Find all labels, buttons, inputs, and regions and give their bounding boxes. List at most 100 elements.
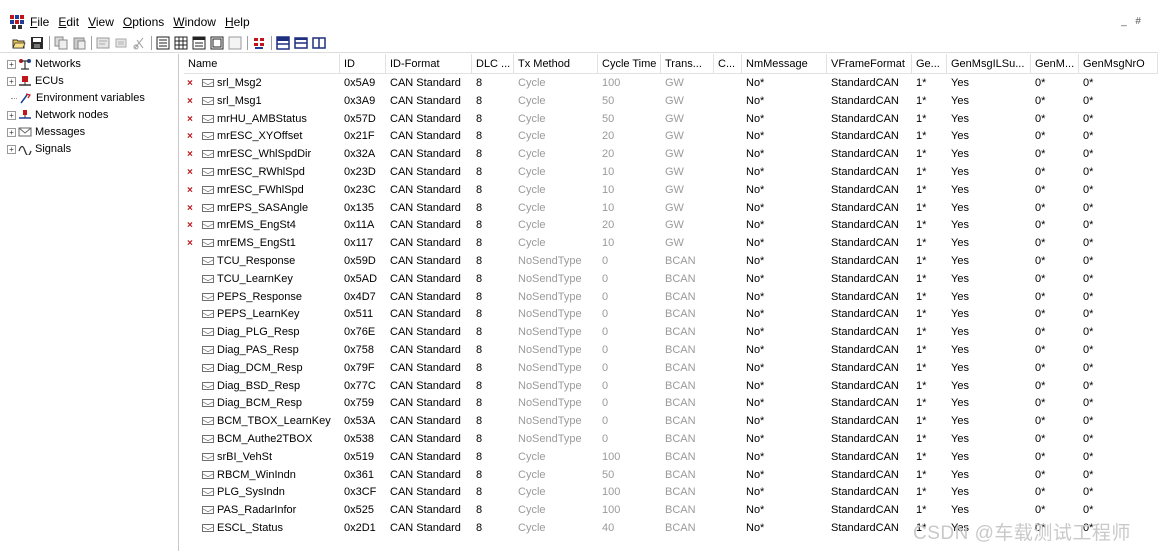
tree-item-messages[interactable]: + Messages	[7, 124, 85, 140]
column-header-13[interactable]: GenMsgNrO	[1079, 54, 1158, 74]
table-cell: 1*	[916, 272, 927, 285]
tree-item-networks[interactable]: + Networks	[7, 56, 81, 72]
expand-icon[interactable]: +	[7, 76, 16, 86]
column-header-5[interactable]: Cycle Time	[598, 54, 661, 74]
table-cell: Yes	[951, 77, 969, 89]
copy-icon[interactable]	[54, 36, 68, 50]
message-name: mrESC_XYOffset	[217, 130, 303, 143]
paste-icon[interactable]	[72, 36, 86, 50]
table-cell: Yes	[951, 237, 969, 250]
table-row[interactable]: × mrEMS_EngSt4 0x11A CAN Standard 8 Cycle 20 GW…	[184, 216, 1158, 234]
table-row[interactable]: × srl_Msg1 0x3A9 CAN Standard 8 Cycle 50 GW No* S…	[184, 92, 1158, 110]
table-row[interactable]: Diag_DCM_Resp 0x79F CAN Standard 8 NoSendTyp…	[184, 359, 1158, 377]
table-cell: CAN Standard	[390, 201, 461, 214]
table-row[interactable]: PEPS_LearnKey 0x511 CAN Standard 8 NoSendTyp…	[184, 305, 1158, 323]
menu-window[interactable]: Window	[173, 15, 216, 29]
tree-item-signals[interactable]: + Signals	[7, 141, 71, 157]
view-list-icon[interactable]	[156, 36, 170, 50]
table-cell: 0x77C	[344, 379, 376, 392]
view-blank-icon[interactable]	[228, 36, 242, 50]
column-header-12[interactable]: GenM...	[1031, 54, 1079, 74]
table-row[interactable]: Diag_BSD_Resp 0x77C CAN Standard 8 NoSendTyp…	[184, 377, 1158, 395]
table-cell: 8	[476, 290, 483, 303]
save-icon[interactable]	[30, 36, 44, 50]
table-row[interactable]: Diag_PAS_Resp 0x758 CAN Standard 8 NoSendTyp…	[184, 341, 1158, 359]
table-row[interactable]: srBI_VehSt 0x519 CAN Standard 8 Cycle 100 BCAN…	[184, 448, 1158, 466]
table-row[interactable]: BCM_TBOX_LearnKey 0x53A CAN Standard 8 NoSen…	[184, 412, 1158, 430]
menu-view[interactable]: View	[88, 15, 114, 29]
table-cell: Yes	[951, 290, 969, 303]
tree-item-environment-variables[interactable]: Environment variables	[7, 90, 145, 106]
column-header-9[interactable]: VFrameFormat	[827, 54, 912, 74]
message-icon	[202, 168, 214, 176]
column-header-1[interactable]: ID	[340, 54, 386, 74]
table-row[interactable]: × mrEMS_EngSt1 0x117 CAN Standard 8 Cycle 10 GW…	[184, 234, 1158, 252]
column-header-0[interactable]: Name	[184, 54, 340, 74]
table-row[interactable]: × srl_Msg2 0x5A9 CAN Standard 8 Cycle 100 GW No*…	[184, 74, 1158, 92]
properties2-icon[interactable]	[114, 36, 128, 50]
table-cell: CAN Standard	[390, 255, 461, 267]
menu-options[interactable]: Options	[123, 15, 164, 29]
table-row[interactable]: TCU_Response 0x59D CAN Standard 8 NoSendType…	[184, 252, 1158, 270]
table-row[interactable]: PAS_RadarInfor 0x525 CAN Standard 8 Cycle 100…	[184, 501, 1158, 519]
expand-icon[interactable]: +	[7, 144, 16, 154]
tile-horizontal-icon[interactable]	[294, 36, 308, 50]
tile-vertical-icon[interactable]	[276, 35, 290, 50]
app-logo-icon[interactable]	[10, 15, 26, 29]
network-icon	[18, 58, 32, 70]
split-icon[interactable]	[312, 36, 326, 50]
table-row[interactable]: RBCM_WinIndn 0x361 CAN Standard 8 Cycle 50 BCA…	[184, 466, 1158, 484]
table-cell: Cycle	[518, 486, 546, 499]
tree-item-network-nodes[interactable]: + Network nodes	[7, 107, 108, 123]
table-cell: 1*	[916, 415, 927, 428]
table-row[interactable]: × mrESC_XYOffset 0x21F CAN Standard 8 Cycle 20…	[184, 127, 1158, 145]
table-cell: 8	[476, 415, 483, 428]
properties-icon[interactable]	[96, 36, 110, 50]
table-row[interactable]: Diag_PLG_Resp 0x76E CAN Standard 8 NoSendTyp…	[184, 323, 1158, 341]
table-row[interactable]: TCU_LearnKey 0x5AD CAN Standard 8 NoSendType…	[184, 270, 1158, 288]
table-row[interactable]: PEPS_Response 0x4D7 CAN Standard 8 NoSendTyp…	[184, 288, 1158, 306]
column-header-8[interactable]: NmMessage	[742, 54, 827, 74]
filter-icon[interactable]	[252, 36, 266, 50]
column-header-7[interactable]: C...	[714, 54, 742, 74]
table-cell: 0	[602, 379, 609, 392]
message-name: PAS_RadarInfor	[217, 504, 297, 517]
table-cell: 0x3A9	[344, 94, 376, 107]
table-cell: 0	[602, 308, 609, 321]
table-row[interactable]: PLG_SysIndn 0x3CF CAN Standard 8 Cycle 100 BCA…	[184, 483, 1158, 501]
expand-icon[interactable]: +	[7, 127, 16, 137]
table-row[interactable]: × mrHU_AMBStatus 0x57D CAN Standard 8 Cycle 50…	[184, 110, 1158, 128]
menu-file[interactable]: File	[30, 15, 49, 29]
table-cell: 100	[602, 450, 621, 463]
table-row[interactable]: × mrESC_RWhlSpd 0x23D CAN Standard 8 Cycle 10 G…	[184, 163, 1158, 181]
view-details-icon[interactable]	[192, 36, 206, 50]
view-tree-icon[interactable]	[210, 36, 224, 50]
column-header-6[interactable]: Trans...	[661, 54, 714, 74]
open-icon[interactable]	[12, 36, 26, 50]
table-row[interactable]: Diag_BCM_Resp 0x759 CAN Standard 8 NoSendTyp…	[184, 394, 1158, 412]
table-cell: 100	[602, 77, 621, 89]
window-controls[interactable]: _ #	[1121, 16, 1144, 27]
table-row[interactable]: × mrESC_FWhlSpd 0x23C CAN Standard 8 Cycle 10 G…	[184, 181, 1158, 199]
table-cell: No*	[746, 344, 765, 356]
expand-icon[interactable]: +	[7, 110, 16, 120]
cut-icon[interactable]	[132, 36, 146, 50]
menu-help[interactable]: Help	[225, 15, 250, 29]
column-header-10[interactable]: Ge...	[912, 54, 947, 74]
column-header-4[interactable]: Tx Method	[514, 54, 598, 74]
menu-edit[interactable]: Edit	[58, 15, 79, 29]
expand-icon[interactable]: +	[7, 59, 16, 69]
column-header-2[interactable]: ID-Format	[386, 54, 472, 74]
view-grid-icon[interactable]	[174, 36, 188, 50]
table-cell: No*	[746, 201, 765, 214]
column-header-11[interactable]: GenMsgILSu...	[947, 54, 1031, 74]
table-row[interactable]: × mrEPS_SASAngle 0x135 CAN Standard 8 Cycle 10…	[184, 199, 1158, 217]
message-icon	[202, 470, 214, 479]
table-cell: 0*	[1083, 112, 1094, 125]
table-cell: 8	[476, 326, 483, 339]
table-row[interactable]: BCM_Authe2TBOX 0x538 CAN Standard 8 NoSendTy…	[184, 430, 1158, 448]
table-row[interactable]: × mrESC_WhlSpdDir 0x32A CAN Standard 8 Cycle 2…	[184, 145, 1158, 163]
tree-item-ecus[interactable]: + ECUs	[7, 73, 64, 89]
table-cell: mrESC_FWhlSpd	[184, 181, 340, 199]
column-header-3[interactable]: DLC ...	[472, 54, 514, 74]
